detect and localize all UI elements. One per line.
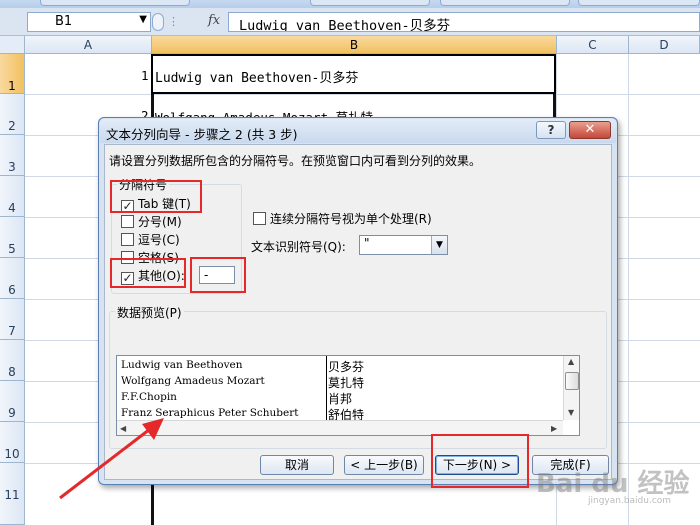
row-header-11[interactable]: 11 [0,463,25,525]
preview-row-2-col-1: Wolfgang Amadeus Mozart [121,375,265,387]
cell-b1-number: 1 [141,68,149,83]
close-button[interactable]: ✕ [569,121,611,139]
row-header-4[interactable]: 4 [0,176,25,217]
consecutive-delimiters-checkbox[interactable] [253,212,266,225]
dialog-titlebar[interactable]: 文本分列向导 - 步骤之 2 (共 3 步) ? ✕ [100,119,616,143]
name-box[interactable]: B1 ▼ [27,12,151,32]
row-header-2[interactable]: 2 [0,94,25,135]
semicolon-checkbox-label: 分号(M) [138,215,182,229]
ribbon-strip [0,0,700,8]
semicolon-checkbox-row[interactable]: 分号(M) [121,213,182,229]
scroll-down-icon[interactable]: ▼ [568,408,574,417]
ribbon-group [310,0,430,6]
ribbon-group [40,0,190,6]
text-qualifier-value: " [364,236,370,250]
insert-function-icon[interactable]: fx [208,13,220,28]
column-header-a[interactable]: A [25,36,152,54]
annotation-box-next [431,434,529,488]
formula-bar-separator-icon: ⋮ [168,15,179,28]
annotation-arrow-icon [59,418,164,500]
column-header-b[interactable]: B [152,36,557,54]
dialog-title: 文本分列向导 - 步骤之 2 (共 3 步) [106,127,298,142]
ribbon-group [578,0,700,6]
cell-b1[interactable]: Ludwig van Beethoven-贝多芬 [155,67,358,86]
preview-row-3-col-1: F.F.Chopin [121,391,177,403]
formula-bar: B1 ▼ ⋮ fx Ludwig van Beethoven-贝多芬 [0,8,700,36]
scroll-right-icon[interactable]: ▶ [551,424,557,433]
consecutive-delimiters-row[interactable]: 连续分隔符号视为单个处理(R) [253,210,432,227]
column-header-c[interactable]: C [557,36,629,54]
row-header-7[interactable]: 7 [0,299,25,340]
text-qualifier-label: 文本识别符号(Q): [251,240,346,254]
text-qualifier-select[interactable]: " ▼ [359,235,448,255]
scrollbar-thumb[interactable] [565,372,579,390]
row-header-9[interactable]: 9 [0,381,25,422]
name-box-value: B1 [55,14,73,29]
dialog-description: 请设置分列数据所包含的分隔符号。在预览窗口内可看到分列的效果。 [109,154,482,168]
data-preview-label: 数据预览(P) [115,304,184,321]
comma-checkbox[interactable] [121,233,134,246]
back-button[interactable]: < 上一步(B) [344,455,424,475]
chevron-down-icon[interactable]: ▼ [139,14,147,25]
preview-row-1-col-1: Ludwig van Beethoven [121,359,243,371]
comma-checkbox-row[interactable]: 逗号(C) [121,231,180,247]
comma-checkbox-label: 逗号(C) [138,233,180,247]
preview-row-2-col-2: 莫扎特 [328,376,365,390]
watermark-url: jingyan.baidu.com [588,496,672,506]
annotation-box-tab [110,180,202,213]
select-all-corner[interactable] [0,36,25,54]
row-header-10[interactable]: 10 [0,422,25,463]
formula-input[interactable]: Ludwig van Beethoven-贝多芬 [228,12,700,32]
grid-line [628,54,629,525]
watermark-logo: Bai du 经验 [536,469,690,499]
data-preview-box[interactable]: Ludwig van Beethoven Wolfgang Amadeus Mo… [116,355,580,436]
preview-vertical-scrollbar[interactable]: ▲ ▼ [563,356,579,420]
ribbon-group [440,0,570,6]
row-header-3[interactable]: 3 [0,135,25,176]
formula-bar-resize-handle[interactable] [152,13,164,31]
semicolon-checkbox[interactable] [121,215,134,228]
annotation-box-other [110,258,186,288]
row-header-5[interactable]: 5 [0,217,25,258]
annotation-box-other-input [190,257,246,293]
chevron-down-icon[interactable]: ▼ [431,236,447,254]
row-header-1[interactable]: 1 [0,54,25,94]
column-header-d[interactable]: D [629,36,700,54]
scroll-up-icon[interactable]: ▲ [568,357,574,366]
row-header-8[interactable]: 8 [0,340,25,381]
preview-row-1-col-2: 贝多芬 [328,360,365,374]
row-header-6[interactable]: 6 [0,258,25,299]
consecutive-delimiters-label: 连续分隔符号视为单个处理(R) [270,212,432,226]
cancel-button[interactable]: 取消 [260,455,334,475]
help-button[interactable]: ? [536,121,566,139]
grid-line [25,94,700,95]
preview-row-3-col-2: 肖邦 [328,392,353,406]
